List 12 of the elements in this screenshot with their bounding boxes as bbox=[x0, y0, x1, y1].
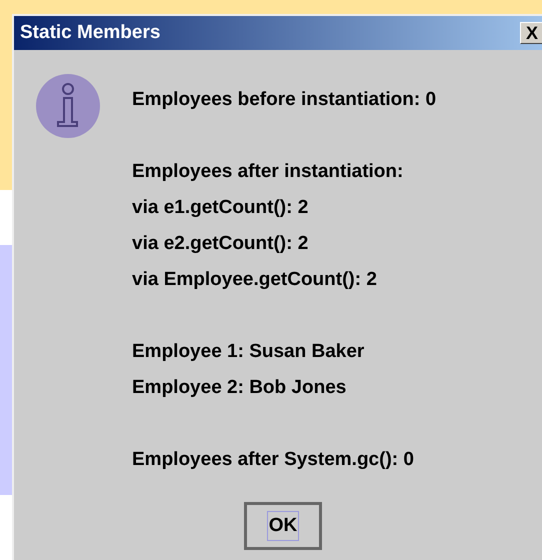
message-line: via Employee.getCount(): 2 bbox=[132, 268, 378, 292]
close-button[interactable]: X bbox=[520, 22, 542, 44]
message-line: via e2.getCount(): 2 bbox=[132, 232, 310, 256]
info-icon bbox=[36, 74, 100, 138]
message-line: Employees before instantiation: 0 bbox=[132, 88, 436, 112]
message-line: Employee 2: Bob Jones bbox=[132, 376, 348, 400]
window-title: Static Members bbox=[20, 20, 160, 45]
message-line: Employee 1: Susan Baker bbox=[132, 340, 366, 364]
ok-button[interactable]: OK bbox=[244, 502, 322, 550]
message-line: Employees after System.gc(): 0 bbox=[132, 448, 415, 472]
message-line: Employees after instantiation: bbox=[132, 160, 404, 184]
message-line: via e1.getCount(): 2 bbox=[132, 196, 310, 220]
